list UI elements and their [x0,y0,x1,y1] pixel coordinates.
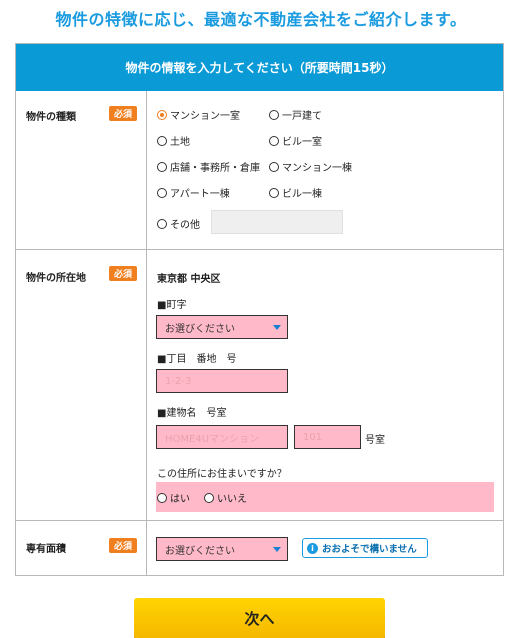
radio-building-unit[interactable]: ビル一室 [269,133,322,148]
radio-icon [269,109,279,120]
radio-store-office[interactable]: 店舗・事務所・倉庫 [157,159,260,174]
info-icon: i [307,542,318,554]
property-type-label: 物件の種類 [26,112,76,123]
prefecture-city-text: 東京都 中央区 [157,274,221,285]
radio-whole-building[interactable]: ビル一棟 [269,185,322,200]
approximate-ok-button[interactable]: i おおよそで構いません [302,538,428,558]
town-select[interactable]: お選びください [156,315,288,339]
location-label: 物件の所在地 [26,273,86,284]
radio-icon [157,218,167,229]
block-number-input[interactable]: 1-2-3 [156,369,288,393]
radio-icon [269,187,279,198]
area-select[interactable]: お選びください [156,537,288,561]
column-divider [146,91,147,576]
radio-mansion-unit[interactable]: マンション一室 [157,107,240,122]
room-number-input[interactable]: 101 [294,425,361,449]
property-form: 物件の情報を入力してください（所要時間15秒） 物件の種類 必須 マンション一室… [15,43,504,576]
town-label: ■町字 [157,300,187,311]
radio-whole-apartment[interactable]: アパート一棟 [157,185,230,200]
radio-whole-mansion[interactable]: マンション一棟 [269,159,352,174]
next-button[interactable]: 次へ [134,598,385,638]
radio-detached-house[interactable]: 一戸建て [269,107,322,122]
building-label: ■建物名 号室 [157,408,227,419]
radio-icon [204,492,214,503]
block-label: ■丁目 番地 号 [157,354,237,365]
radio-icon [269,161,279,172]
radio-icon [269,135,279,146]
radio-icon [157,492,167,503]
radio-icon [157,135,167,146]
area-label: 専有面積 [26,544,66,555]
row-divider [16,520,503,521]
radio-selected-icon [157,109,167,120]
residence-question: この住所にお住まいですか？ [157,469,287,480]
other-type-input[interactable] [211,210,343,234]
radio-land[interactable]: 土地 [157,133,190,148]
radio-icon [157,161,167,172]
required-badge: 必須 [109,266,137,281]
room-suffix: 号室 [365,435,385,446]
row-divider [16,249,503,250]
radio-icon [157,187,167,198]
chevron-down-icon [273,325,281,330]
required-badge: 必須 [109,106,137,121]
radio-yes[interactable]: はい [157,490,190,505]
chevron-down-icon [273,547,281,552]
building-name-input[interactable]: HOME4Uマンション [156,425,288,449]
page-headline: 物件の特徴に応じ、最適な不動産会社をご紹介します。 [55,10,467,29]
radio-other[interactable]: その他 [157,216,200,231]
form-header: 物件の情報を入力してください（所要時間15秒） [16,44,503,91]
radio-no[interactable]: いいえ [204,490,247,505]
required-badge: 必須 [109,538,137,553]
